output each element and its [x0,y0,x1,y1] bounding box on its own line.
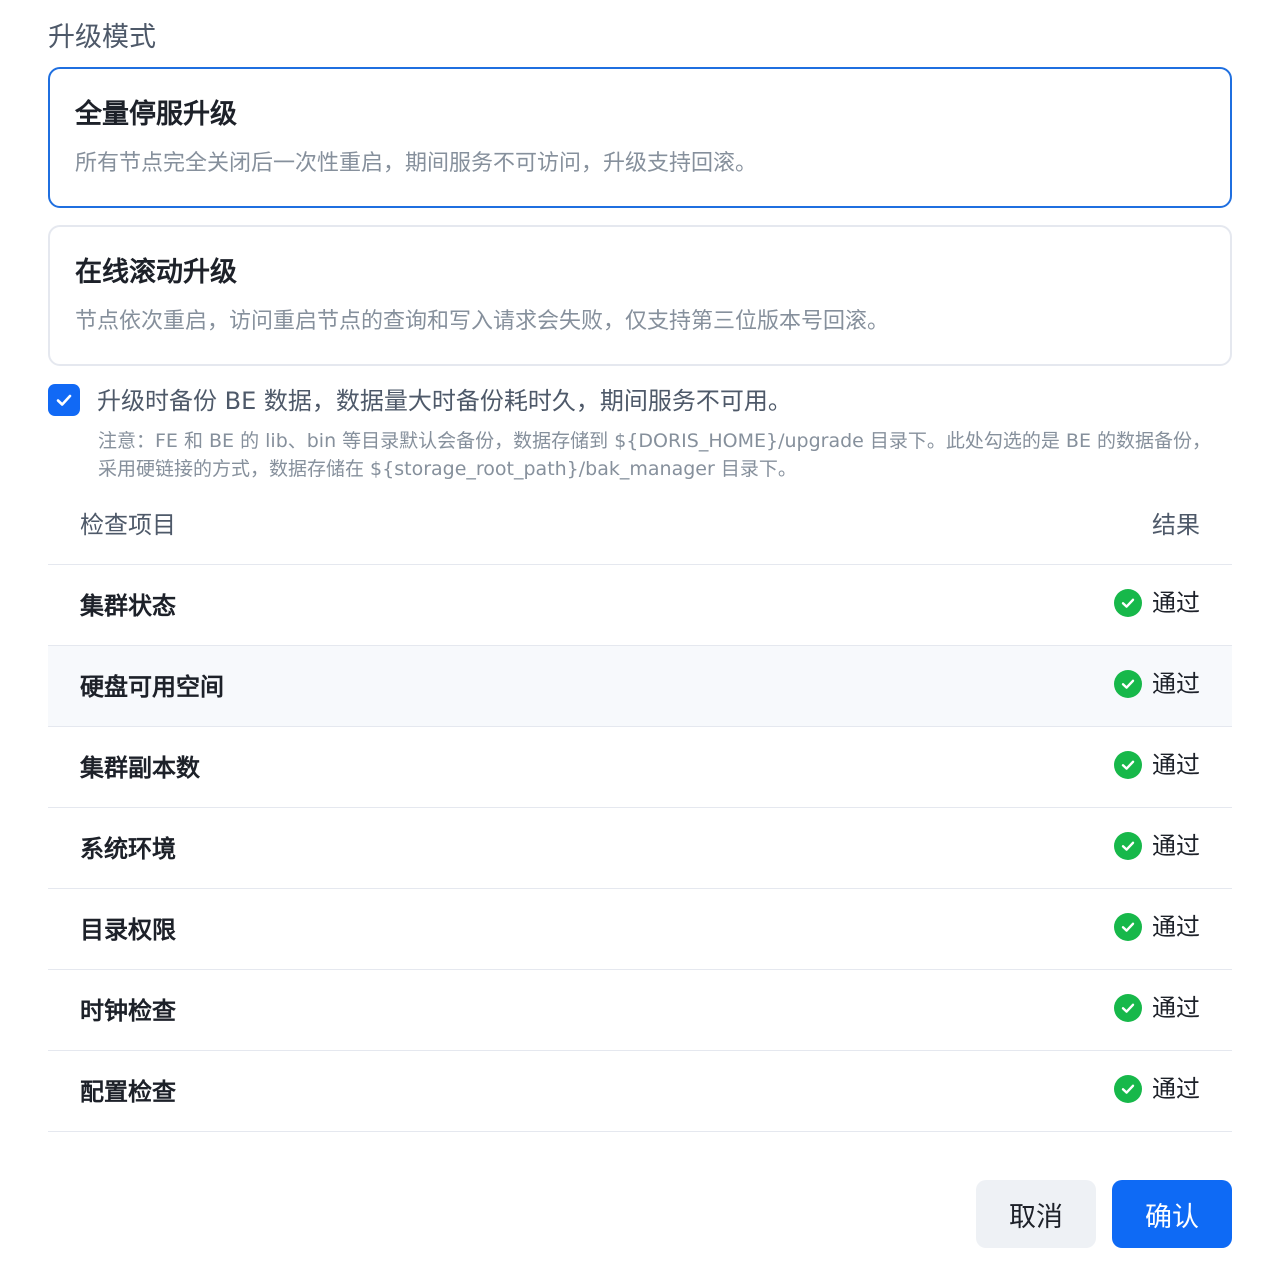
check-circle-icon [1114,589,1142,617]
mode-option-description: 节点依次重启，访问重启节点的查询和写入请求会失败，仅支持第三位版本号回滚。 [75,309,890,334]
backup-checkbox[interactable] [48,384,80,416]
check-result: 通过 [1114,908,1200,946]
backup-note: 注意：FE 和 BE 的 lib、bin 等目录默认会备份，数据存储到 ${DO… [98,430,1211,480]
check-result-text: 通过 [1152,832,1200,860]
check-result-text: 通过 [1152,589,1200,617]
upgrade-mode-title: 升级模式 [48,22,156,53]
mode-option-full-stop[interactable]: 全量停服升级 所有节点完全关闭后一次性重启，期间服务不可访问，升级支持回滚。 [48,67,1232,208]
table-row: 集群副本数 通过 [48,727,1232,808]
column-header-item: 检查项目 [80,511,176,539]
check-result: 通过 [1114,584,1200,622]
check-circle-icon [1114,832,1142,860]
check-item-name: 目录权限 [80,916,176,944]
checkmark-icon [56,394,72,406]
table-row: 目录权限 通过 [48,889,1232,970]
check-item-name: 系统环境 [80,835,176,863]
check-item-name: 硬盘可用空间 [80,673,224,701]
check-item-name: 时钟检查 [80,997,176,1025]
backup-checkbox-label[interactable]: 升级时备份 BE 数据，数据量大时备份耗时久，期间服务不可用。 [97,383,792,419]
table-row: 硬盘可用空间 通过 [48,646,1232,727]
table-row: 时钟检查 通过 [48,970,1232,1051]
check-item-name: 集群状态 [80,592,176,620]
check-item-name: 集群副本数 [80,754,200,782]
mode-option-title: 在线滚动升级 [75,257,237,288]
check-result: 通过 [1114,989,1200,1027]
check-circle-icon [1114,994,1142,1022]
check-result: 通过 [1114,1070,1200,1108]
column-header-result: 结果 [1152,511,1200,539]
table-row: 集群状态 通过 [48,565,1232,646]
table-row: 系统环境 通过 [48,808,1232,889]
check-result: 通过 [1114,746,1200,784]
check-result-text: 通过 [1152,670,1200,698]
check-result-text: 通过 [1152,994,1200,1022]
mode-option-rolling[interactable]: 在线滚动升级 节点依次重启，访问重启节点的查询和写入请求会失败，仅支持第三位版本… [48,225,1232,366]
cancel-button[interactable]: 取消 [976,1180,1096,1248]
check-item-name: 配置检查 [80,1078,176,1106]
check-result: 通过 [1114,665,1200,703]
check-circle-icon [1114,751,1142,779]
check-result: 通过 [1114,827,1200,865]
check-result-text: 通过 [1152,913,1200,941]
mode-option-description: 所有节点完全关闭后一次性重启，期间服务不可访问，升级支持回滚。 [75,151,758,176]
table-header: 检查项目 结果 [48,486,1232,565]
check-circle-icon [1114,670,1142,698]
table-row: 配置检查 通过 [48,1051,1232,1132]
check-result-text: 通过 [1152,1075,1200,1103]
check-result-text: 通过 [1152,751,1200,779]
check-circle-icon [1114,913,1142,941]
mode-option-title: 全量停服升级 [75,99,237,130]
precheck-table: 检查项目 结果 集群状态 通过 硬盘可用空间 通过 集群副本数 通过 系统环境 … [48,486,1232,1132]
confirm-button[interactable]: 确认 [1112,1180,1232,1248]
check-circle-icon [1114,1075,1142,1103]
